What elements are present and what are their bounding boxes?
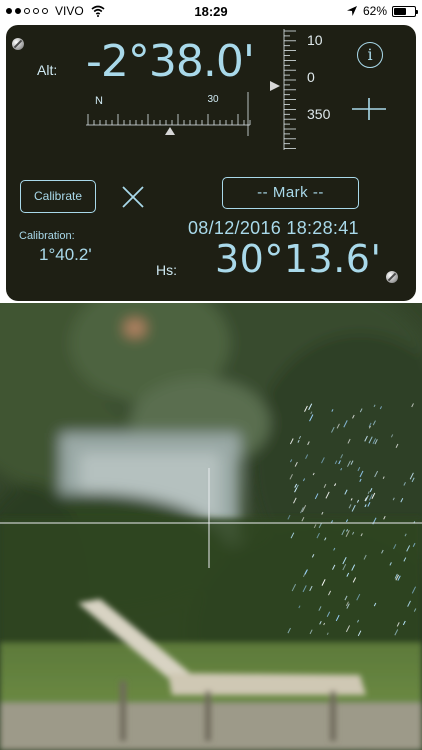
screw-icon bbox=[12, 38, 24, 50]
scale-pointer-icon bbox=[270, 81, 280, 91]
scale-label: 0 bbox=[307, 69, 315, 85]
mark-button[interactable]: -- Mark -- bbox=[222, 177, 359, 209]
battery-percent: 62% bbox=[362, 4, 387, 18]
close-icon[interactable] bbox=[120, 184, 146, 210]
camera-view[interactable] bbox=[0, 303, 422, 750]
hs-value: 30°13.6' bbox=[215, 237, 382, 281]
screw-icon bbox=[386, 271, 398, 283]
scale-label: 10 bbox=[307, 32, 323, 48]
location-arrow-icon bbox=[346, 6, 357, 16]
calibration-value: 1°40.2' bbox=[39, 245, 92, 264]
instrument-panel: Alt: -2°38.0' N 30 10 0 350 i Calibrate … bbox=[6, 25, 416, 301]
calibration-label: Calibration: bbox=[19, 230, 75, 242]
altitude-scale-ticks bbox=[284, 30, 296, 149]
altitude-label: Alt: bbox=[37, 62, 58, 78]
compass-scale: N 30 bbox=[86, 92, 251, 136]
camera-image bbox=[0, 303, 422, 750]
status-bar: VIVO 18:29 62% bbox=[0, 0, 422, 24]
compass-north-label: N bbox=[95, 95, 103, 107]
compass-ticks bbox=[87, 114, 251, 125]
scale-label: 350 bbox=[307, 106, 331, 122]
altitude-scale: 10 0 350 bbox=[270, 29, 331, 150]
compass-tick-label: 30 bbox=[207, 94, 219, 105]
info-button[interactable]: i bbox=[357, 42, 383, 68]
plus-icon[interactable] bbox=[352, 97, 386, 121]
altitude-value: -2°38.0' bbox=[86, 36, 255, 87]
compass-pointer-icon bbox=[165, 127, 175, 135]
status-right: 62% bbox=[346, 4, 418, 18]
battery-icon bbox=[392, 5, 418, 17]
timestamp: 08/12/2016 18:28:41 bbox=[188, 218, 359, 238]
hs-label: Hs: bbox=[156, 262, 177, 278]
calibrate-button[interactable]: Calibrate bbox=[20, 180, 96, 213]
battery-level bbox=[394, 7, 407, 15]
